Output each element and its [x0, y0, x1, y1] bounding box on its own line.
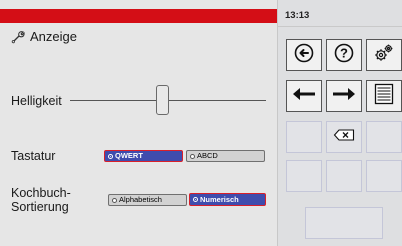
- arrow-left-icon: [291, 87, 317, 106]
- option-label: Numerisch: [200, 194, 239, 204]
- keyboard-option-qwert[interactable]: QWERT: [104, 150, 183, 162]
- keyboard-option-abcd[interactable]: ABCD: [186, 150, 265, 162]
- sort-option-alphabetical[interactable]: Alphabetisch: [108, 194, 187, 206]
- settings-panel: Anzeige Helligkeit Tastatur QWERT ABCD K…: [0, 0, 277, 246]
- page-title: Anzeige: [11, 29, 77, 44]
- list-view-icon: [374, 83, 394, 110]
- wrench-icon: [11, 30, 25, 44]
- radio-unselected-icon: [190, 153, 195, 159]
- radio-selected-icon: [108, 153, 113, 159]
- help-button[interactable]: ?: [326, 39, 362, 71]
- settings-button[interactable]: [366, 39, 402, 71]
- clock: 13:13: [285, 10, 310, 21]
- empty-key-5: [366, 160, 402, 192]
- svg-text:?: ?: [340, 45, 348, 60]
- side-panel-divider: [277, 26, 402, 27]
- top-accent-bar: [0, 9, 277, 23]
- keyboard-label: Tastatur: [11, 149, 56, 163]
- cookbook-sort-label-line1: Kochbuch-: [11, 186, 71, 200]
- option-label: ABCD: [197, 151, 218, 160]
- page-title-label: Anzeige: [30, 29, 77, 44]
- list-view-button[interactable]: [366, 80, 402, 112]
- cookbook-sort-label: Kochbuch- Sortierung: [11, 186, 71, 214]
- backspace-icon: [333, 128, 355, 146]
- option-label: Alphabetisch: [119, 195, 162, 204]
- brightness-label: Helligkeit: [11, 94, 62, 108]
- brightness-slider-thumb[interactable]: [156, 85, 169, 115]
- empty-key-1: [286, 121, 322, 153]
- previous-button[interactable]: [286, 80, 322, 112]
- radio-selected-icon: [193, 197, 198, 202]
- sort-option-numeric[interactable]: Numerisch: [189, 193, 266, 206]
- back-button[interactable]: [286, 39, 322, 71]
- empty-key-4: [326, 160, 362, 192]
- radio-unselected-icon: [112, 197, 117, 203]
- cookbook-sort-label-line2: Sortierung: [11, 200, 69, 214]
- empty-key-3: [286, 160, 322, 192]
- help-icon: ?: [334, 43, 354, 68]
- settings-gears-icon: [373, 42, 395, 69]
- arrow-right-icon: [331, 87, 357, 106]
- empty-key-2: [366, 121, 402, 153]
- option-label: QWERT: [115, 151, 143, 160]
- backspace-button[interactable]: [326, 121, 362, 153]
- empty-wide-key: [305, 207, 383, 239]
- back-circle-icon: [294, 43, 314, 68]
- next-button[interactable]: [326, 80, 362, 112]
